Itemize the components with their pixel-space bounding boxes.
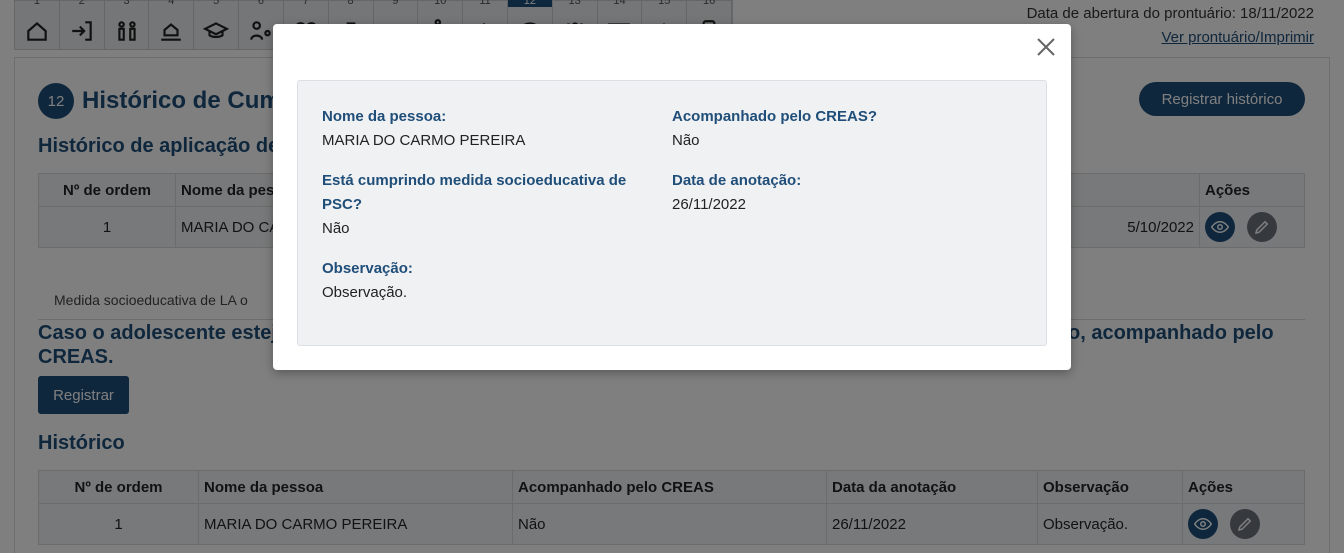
name-value: MARIA DO CARMO PEREIRA (322, 132, 526, 149)
detail-panel: Nome da pessoa: MARIA DO CARMO PEREIRA A… (297, 80, 1047, 346)
field-creas: Acompanhado pelo CREAS? Não (672, 105, 877, 153)
close-icon (1037, 38, 1055, 56)
field-name: Nome da pessoa: MARIA DO CARMO PEREIRA (322, 105, 525, 153)
observation-value: Observação. (322, 284, 408, 301)
date-value: 26/11/2022 (672, 196, 746, 213)
psc-label-line2: PSC? (322, 196, 363, 213)
field-date: Data de anotação: 26/11/2022 (672, 169, 801, 217)
name-label: Nome da pessoa: (322, 108, 447, 125)
field-observation: Observação: Observação. (322, 257, 413, 305)
creas-value: Não (672, 132, 700, 149)
close-button[interactable] (1035, 36, 1057, 58)
psc-value: Não (322, 220, 350, 237)
psc-label-line1: Está cumprindo medida socioeducativa de (322, 172, 627, 189)
observation-label: Observação: (322, 260, 413, 277)
history-detail-modal: Nome da pessoa: MARIA DO CARMO PEREIRA A… (273, 24, 1071, 370)
field-psc: Está cumprindo medida socioeducativa de … (322, 169, 626, 241)
date-label: Data de anotação: (672, 172, 802, 189)
creas-label: Acompanhado pelo CREAS? (672, 108, 878, 125)
